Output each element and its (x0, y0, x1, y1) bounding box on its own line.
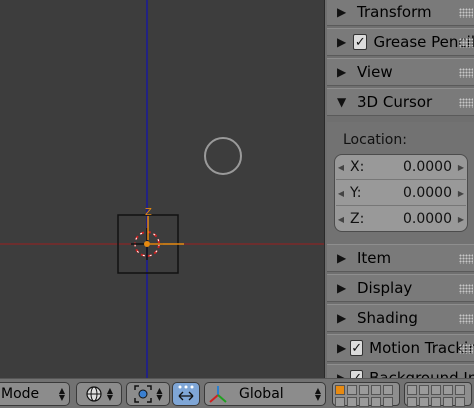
section-transform[interactable]: ▶ Transform (327, 0, 474, 26)
dropdown-arrows-icon: ▲ ▼ (106, 386, 114, 402)
viewport-header: Mode ▲ ▼ ▲ ▼ ▲ ▼ Global ▲ ▼ (0, 378, 474, 408)
drag-grip-icon[interactable] (459, 98, 473, 108)
drag-grip-icon[interactable] (459, 68, 473, 78)
layer-cell[interactable] (455, 385, 465, 395)
layer-cell[interactable] (407, 385, 417, 395)
manipulator-toggle[interactable] (172, 382, 200, 406)
layer-cell[interactable] (371, 385, 381, 395)
gizmo-z-label: Z (145, 207, 152, 218)
layer-cell[interactable] (443, 397, 453, 407)
checkbox-checked-icon[interactable]: ✓ (353, 34, 368, 50)
section-motion-tracking[interactable]: ▶ ✓ Motion Tracking (327, 334, 474, 362)
manipulator-icon (178, 385, 194, 401)
collapsed-triangle-icon: ▶ (337, 251, 347, 265)
drag-grip-icon[interactable] (459, 344, 473, 354)
cursor-x-field[interactable]: ◀ X: 0.0000 ▶ (336, 155, 466, 180)
drag-grip-icon[interactable] (459, 314, 473, 324)
section-label: 3D Cursor (357, 93, 433, 111)
drag-grip-icon[interactable] (459, 8, 473, 18)
object-origin-dot (144, 241, 150, 247)
layer-cell[interactable] (335, 397, 345, 407)
layer-cell[interactable] (455, 397, 465, 407)
3d-viewport[interactable]: Z (0, 0, 324, 378)
layer-cell[interactable] (359, 397, 369, 407)
dropdown-arrows-icon: ▲ ▼ (58, 386, 65, 402)
collapsed-triangle-icon: ▶ (337, 35, 347, 49)
layer-cell[interactable] (407, 397, 417, 407)
drag-grip-icon[interactable] (459, 254, 473, 264)
layer-cell[interactable] (431, 385, 441, 395)
collapsed-triangle-icon: ▶ (337, 371, 347, 378)
section-background-images[interactable]: ▶ ✓ Background Images (327, 364, 474, 378)
collapsed-triangle-icon: ▶ (337, 311, 347, 325)
shading-dropdown[interactable]: ▲ ▼ (76, 382, 122, 406)
increment-arrow-icon[interactable]: ▶ (456, 189, 466, 198)
section-label: Background Images (369, 369, 474, 378)
orientation-axes-icon (209, 386, 227, 403)
layer-cell[interactable] (419, 397, 429, 407)
collapsed-triangle-icon: ▶ (337, 65, 347, 79)
layer-cell[interactable] (383, 385, 393, 395)
increment-arrow-icon[interactable]: ▶ (456, 163, 466, 172)
decrement-arrow-icon[interactable]: ◀ (336, 189, 346, 198)
cursor-z-field[interactable]: ◀ Z: 0.0000 ▶ (336, 207, 466, 231)
layer-cell[interactable] (347, 397, 357, 407)
pivot-point-icon (134, 385, 153, 403)
decrement-arrow-icon[interactable]: ◀ (336, 163, 346, 172)
mode-dropdown[interactable]: Mode ▲ ▼ (0, 382, 70, 406)
section-label: Item (357, 249, 392, 267)
layer-cell[interactable] (431, 397, 441, 407)
field-value: 0.0000 (403, 159, 452, 175)
checkbox-checked-icon[interactable]: ✓ (350, 340, 364, 356)
cursor-y-field[interactable]: ◀ Y: 0.0000 ▶ (336, 181, 466, 206)
section-view[interactable]: ▶ View (327, 58, 474, 86)
field-label: Z: (350, 211, 365, 227)
field-value: 0.0000 (403, 185, 452, 201)
section-grease-pencil[interactable]: ▶ ✓ Grease Pencil (327, 28, 474, 56)
transform-orientation-dropdown[interactable]: Global ▲ ▼ (204, 382, 326, 406)
section-label: Shading (357, 309, 418, 327)
drag-grip-icon[interactable] (459, 38, 473, 48)
pivot-point-dropdown[interactable]: ▲ ▼ (126, 382, 170, 406)
section-item[interactable]: ▶ Item (327, 244, 474, 272)
viewport-canvas[interactable]: Z (0, 0, 324, 378)
drag-grip-icon[interactable] (459, 284, 473, 294)
dropdown-arrows-icon: ▲ ▼ (156, 386, 163, 402)
layer-buttons-left[interactable] (332, 382, 400, 407)
field-value: 0.0000 (403, 211, 452, 227)
section-label: Transform (357, 3, 432, 21)
section-label: View (357, 63, 393, 81)
layer-cell[interactable] (383, 397, 393, 407)
collapsed-triangle-icon: ▶ (337, 5, 347, 19)
layer-cell[interactable] (359, 385, 369, 395)
collapsed-triangle-icon: ▶ (337, 281, 347, 295)
field-label: Y: (350, 185, 362, 201)
section-3d-cursor[interactable]: ▼ 3D Cursor (327, 88, 474, 116)
section-label: Display (357, 279, 413, 297)
layer-cell[interactable] (443, 385, 453, 395)
checkbox-checked-icon[interactable]: ✓ (350, 370, 364, 378)
globe-icon (86, 386, 102, 402)
active-layer-cell[interactable] (335, 385, 345, 395)
collapsed-triangle-icon: ▶ (337, 341, 347, 355)
layer-cell[interactable] (371, 397, 381, 407)
section-shading[interactable]: ▶ Shading (327, 304, 474, 332)
layer-buttons-right[interactable] (404, 382, 472, 407)
location-label: Location: (343, 132, 407, 148)
dropdown-arrows-icon: ▲ ▼ (314, 386, 321, 402)
mode-label: Mode (1, 386, 40, 402)
orientation-label: Global (239, 386, 284, 402)
field-label: X: (350, 159, 365, 175)
layer-cell[interactable] (419, 385, 429, 395)
section-display[interactable]: ▶ Display (327, 274, 474, 302)
expanded-triangle-icon: ▼ (337, 95, 347, 109)
decrement-arrow-icon[interactable]: ◀ (336, 215, 346, 224)
blender-3d-view: Z ▶ Transform ▶ ✓ Grease Pencil ▶ View ▼… (0, 0, 474, 408)
increment-arrow-icon[interactable]: ▶ (456, 215, 466, 224)
3d-cursor-indicator (204, 137, 242, 175)
layer-cell[interactable] (347, 385, 357, 395)
